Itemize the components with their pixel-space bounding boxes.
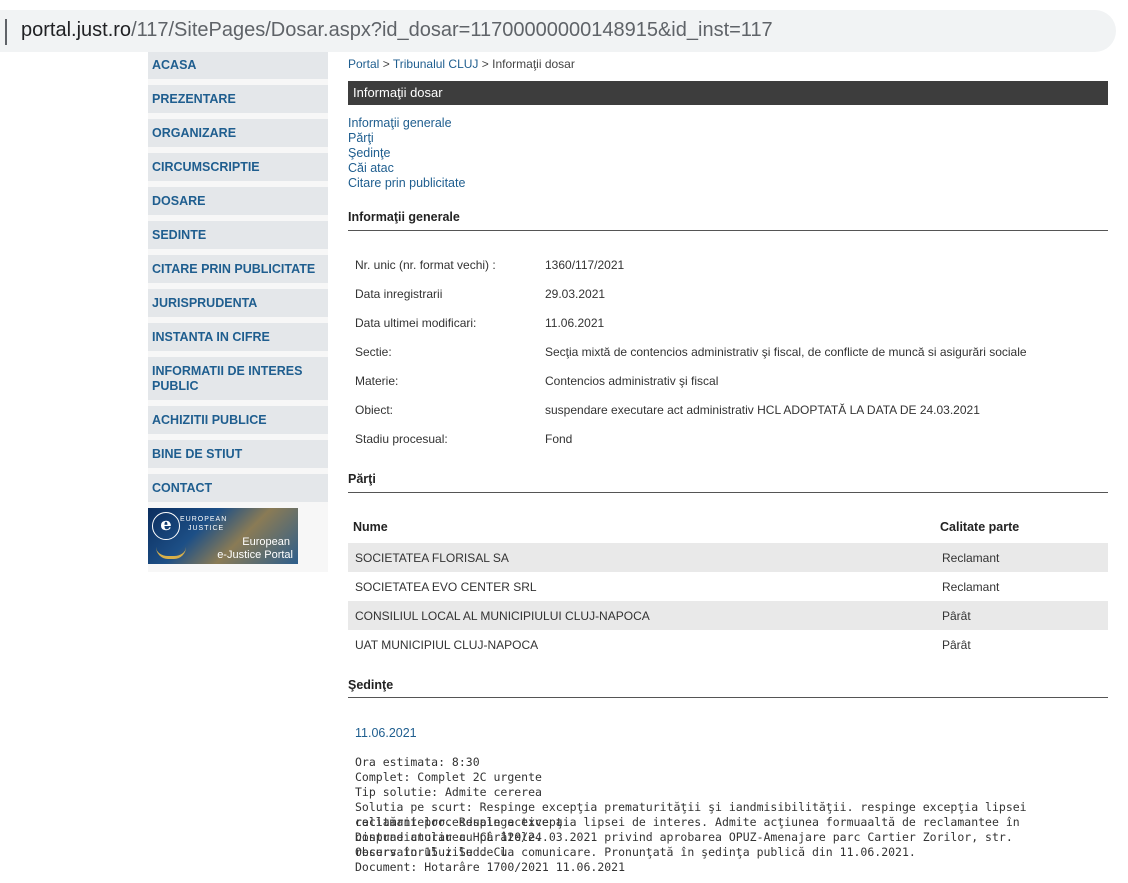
ejustice-top-line1: EUROPEAN [180, 516, 228, 523]
ejustice-top-line2: JUSTICE [188, 525, 225, 532]
sidebar-item-bine-de-stiut[interactable]: BINE DE STIUT [148, 440, 328, 468]
party-name: CONSILIUL LOCAL AL MUNICIPIULUI CLUJ-NAP… [355, 609, 650, 623]
party-name: SOCIETATEA EVO CENTER SRL [355, 580, 537, 594]
anchor-informatii-generale[interactable]: Informaţii generale [348, 116, 452, 130]
table-row: CONSILIUL LOCAL AL MUNICIPIULUI CLUJ-NAP… [348, 601, 1108, 630]
anchor-parti[interactable]: Părţi [348, 131, 374, 145]
field-value: 29.03.2021 [545, 287, 606, 301]
anchor-citare[interactable]: Citare prin publicitate [348, 176, 465, 190]
sidebar-item-achizitii-publice[interactable]: ACHIZITII PUBLICE [148, 406, 328, 434]
field-value: 1360/117/2021 [545, 258, 625, 272]
field-label: Data inregistrarii [355, 287, 443, 301]
section-heading-parti: Părţi [348, 472, 1108, 493]
sidebar-item-prezentare[interactable]: PREZENTARE [148, 85, 328, 113]
column-header-calitate: Calitate parte [940, 520, 1020, 534]
url-host: portal.just.ro [21, 19, 132, 41]
section-heading-general: Informaţii generale [348, 210, 1108, 231]
sidebar-item-contact[interactable]: CONTACT [148, 474, 328, 502]
sidebar-item-circumscriptie[interactable]: CIRCUMSCRIPTIE [148, 153, 328, 181]
party-role: Pârât [942, 638, 971, 652]
sidebar-item-acasa[interactable]: ACASA [148, 52, 328, 79]
ejustice-line1: European [242, 536, 290, 548]
sidebar-item-citare[interactable]: CITARE PRIN PUBLICITATE [148, 255, 328, 283]
sidebar-item-jurisprudenta[interactable]: JURISPRUDENTA [148, 289, 328, 317]
hearing-line: Document: Hotarâre 1700/2021 11.06.2021 [355, 860, 626, 874]
ejustice-logo-icon: e [152, 512, 180, 540]
anchor-cai-atac[interactable]: Căi atac [348, 161, 394, 175]
field-label: Nr. unic (nr. format vechi) : [355, 258, 496, 272]
hearing-line: Complet: Complet 2C urgente [355, 770, 542, 784]
sidebar-item-instanta-in-cifre[interactable]: INSTANTA IN CIFRE [148, 323, 328, 351]
party-name: SOCIETATEA FLORISAL SA [355, 551, 509, 565]
field-label: Materie: [355, 374, 399, 388]
party-role: Reclamant [942, 580, 1000, 594]
breadcrumb-current: Informaţii dosar [492, 57, 575, 71]
table-row: SOCIETATEA FLORISAL SA Reclamant [348, 543, 1108, 572]
breadcrumb-portal[interactable]: Portal [348, 57, 379, 71]
section-heading-sedinte: Şedinţe [348, 678, 1108, 698]
field-value: Secţia mixtă de contencios administrativ… [545, 345, 1027, 359]
party-role: Pârât [942, 609, 971, 623]
url-text[interactable]: portal.just.ro/117/SitePages/Dosar.aspx?… [21, 19, 773, 42]
party-name: UAT MUNICIPIUL CLUJ-NAPOCA [355, 638, 539, 652]
sidebar-item-informatii-interes-public[interactable]: INFORMATII DE INTERES PUBLIC [148, 357, 328, 400]
field-label: Stadiu procesual: [355, 432, 448, 446]
scales-icon [156, 546, 186, 559]
ejustice-line2: e-Justice Portal [217, 549, 293, 561]
anchor-sedinte[interactable]: Şedinţe [348, 146, 390, 160]
field-label: Obiect: [355, 403, 394, 417]
field-value: Contencios administrativ şi fiscal [545, 374, 719, 388]
field-label: Data ultimei modificari: [355, 316, 477, 330]
hearing-line: recurs în 15 zile de la comunicare. Pron… [355, 845, 916, 859]
column-header-nume: Nume [353, 520, 388, 534]
breadcrumb: Portal > Tribunalul CLUJ > Informaţii do… [348, 57, 575, 71]
sidebar-item-organizare[interactable]: ORGANIZARE [148, 119, 328, 147]
field-value: 11.06.2021 [545, 316, 605, 330]
breadcrumb-separator: > [481, 57, 489, 71]
sidebar-item-dosare[interactable]: DOSARE [148, 187, 328, 215]
ejustice-banner[interactable]: e EUROPEAN JUSTICE European e-Justice Po… [148, 508, 298, 564]
hearing-line: Tip solutie: Admite cererea [355, 785, 542, 799]
sidebar-item-sedinte[interactable]: SEDINTE [148, 221, 328, 249]
breadcrumb-separator: > [382, 57, 390, 71]
breadcrumb-court[interactable]: Tribunalul CLUJ [393, 57, 479, 71]
party-role: Reclamant [942, 551, 1000, 565]
field-value: Fond [545, 432, 573, 446]
table-row: SOCIETATEA EVO CENTER SRL Reclamant [348, 572, 1108, 601]
hearing-line: Ora estimata: 8:30 [355, 755, 480, 769]
field-value: suspendare executare act administrativ H… [545, 403, 980, 417]
text-caret [5, 19, 7, 45]
field-label: Sectie: [355, 345, 392, 359]
table-row: UAT MUNICIPIUL CLUJ-NAPOCA Pârât [348, 630, 1108, 659]
url-path: /117/SitePages/Dosar.aspx?id_dosar=11700… [131, 19, 773, 41]
hearing-date: 11.06.2021 [355, 726, 417, 740]
page-title: Informaţii dosar [348, 81, 1108, 105]
